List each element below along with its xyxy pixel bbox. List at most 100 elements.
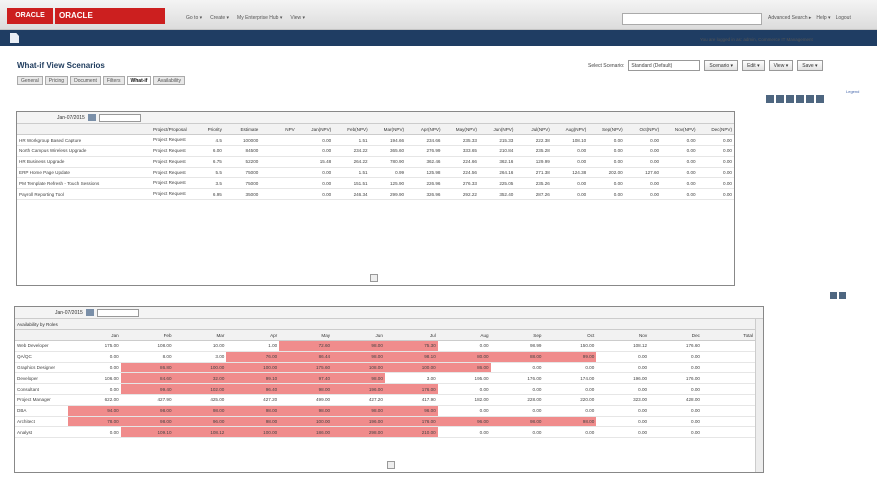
advanced-search-link[interactable]: Advanced Search ▸ — [768, 15, 811, 21]
role-name[interactable]: Consultant — [15, 383, 68, 396]
go-icon[interactable] — [87, 114, 96, 121]
menu-create[interactable]: Create ▾ — [210, 15, 229, 21]
vertical-scrollbar[interactable] — [755, 319, 763, 472]
value-cell: 0.00 — [588, 177, 625, 190]
project-name[interactable]: ERP Home Page Update — [17, 167, 151, 179]
search-input[interactable] — [622, 13, 762, 25]
table-row[interactable]: HR Workgroup Based Capture Project Reques… — [17, 134, 734, 147]
availability-cell: 108.00 — [332, 362, 385, 374]
role-name[interactable]: QA/QC — [15, 351, 68, 363]
availability-cell: 108.00 — [120, 340, 174, 352]
date-label: Jan-07/2015 — [57, 114, 85, 121]
total-cell — [701, 416, 755, 428]
column-header: Jul — [384, 329, 438, 342]
value-cell: 0.00 — [697, 145, 734, 157]
table-row[interactable]: Developer 106.00 84.60 32.00 99.10 97.40 98.00… — [15, 372, 755, 385]
menu-go-to[interactable]: Go to ▾ — [186, 15, 202, 21]
table-row[interactable]: PM Template Refresh - Touch Sessions Proj… — [17, 177, 734, 190]
table-row[interactable]: Architect 78.00 98.00 96.00 98.00 100.00 196.0… — [15, 416, 755, 428]
add-icon[interactable] — [766, 95, 774, 103]
table-row[interactable]: Web Developer 175.00 108.00 10.00 1.00 72.60 9… — [15, 340, 755, 352]
tab-general[interactable]: General — [17, 76, 43, 85]
role-name[interactable]: Architect — [15, 416, 68, 428]
pager-button[interactable] — [370, 274, 378, 282]
role-name[interactable]: Graphics Designer — [15, 362, 68, 374]
availability-cell: 84.60 — [120, 372, 174, 385]
table-row[interactable]: Analyst 0.00 109.10 108.12 100.00 186.00 298.0… — [15, 426, 755, 439]
delete-icon[interactable] — [786, 95, 794, 103]
project-panel: Jan-07/2015 Project/Proposal Priority Esti… — [16, 111, 735, 286]
value-cell: 0.00 — [588, 188, 625, 201]
edit-button[interactable]: Edit ▾ — [742, 60, 765, 71]
go-icon[interactable] — [85, 309, 94, 316]
role-name[interactable]: Project Manager — [15, 394, 68, 406]
table-row[interactable]: QA/QC 0.00 8.00 3.00 76.00 86.44 98.00 98.10 80.… — [15, 351, 755, 363]
value-cell: 0.99 — [369, 167, 407, 179]
table-row[interactable]: HR Business Upgrade Project Request 6.75 52… — [17, 156, 734, 168]
table-row[interactable]: North Campus Wireless Upgrade Project Req… — [17, 145, 734, 157]
estimate-cell: 75000 — [223, 177, 261, 190]
availability-cell: 98.00 — [279, 383, 333, 396]
table-row[interactable]: Project Manager 622.00 427.90 425.00 427.20 4… — [15, 394, 755, 406]
availability-cell: 0.00 — [596, 405, 650, 417]
project-name[interactable]: PM Template Refresh - Touch Sessions — [17, 177, 151, 190]
table-row[interactable]: Payroll Reporting Tool Project Request 6.9… — [17, 188, 734, 201]
tab-whatif[interactable]: What-if — [126, 76, 152, 85]
availability-cell: 98.00 — [173, 405, 227, 417]
availability-cell: 182.00 — [437, 394, 491, 406]
total-cell — [701, 394, 755, 406]
table-row[interactable]: ERP Home Page Update Project Request 5.5 75… — [17, 167, 734, 179]
scenario-select[interactable]: Standard (Default) — [628, 60, 701, 71]
type-label: Project Request — [153, 169, 186, 175]
export-icon[interactable] — [839, 292, 846, 299]
logout-link[interactable]: Logout — [836, 15, 851, 21]
refresh-icon[interactable] — [796, 95, 804, 103]
table-row[interactable]: Graphics Designer 0.00 86.80 100.00 100.00 17… — [15, 362, 755, 374]
project-name[interactable]: HR Workgroup Based Capture — [17, 134, 151, 147]
document-icon[interactable] — [10, 33, 19, 43]
availability-cell: 417.90 — [384, 394, 438, 406]
scenario-button[interactable]: Scenario ▾ — [704, 60, 739, 71]
copy-icon[interactable] — [776, 95, 784, 103]
role-name[interactable]: Web Developer — [15, 340, 68, 352]
column-header: Feb — [120, 329, 174, 342]
value-cell: 224.66 — [442, 156, 479, 168]
value-cell: 0.00 — [588, 134, 625, 147]
project-name[interactable]: North Campus Wireless Upgrade — [17, 145, 151, 157]
availability-cell: 98.00 — [332, 340, 385, 352]
role-name[interactable]: Developer — [15, 372, 68, 385]
pager-button[interactable] — [387, 461, 395, 469]
column-header: Dec(NPV) — [697, 124, 734, 136]
table-row[interactable]: Consultant 0.00 99.40 102.00 96.40 98.00 196.0… — [15, 383, 755, 396]
column-header: Priority — [187, 124, 224, 136]
table-tools — [766, 95, 824, 103]
tab-pricing[interactable]: Pricing — [44, 76, 69, 85]
export-icon[interactable] — [806, 95, 814, 103]
refresh-icon[interactable] — [830, 292, 837, 299]
period-select[interactable] — [96, 308, 139, 317]
save-button[interactable]: Save ▾ — [797, 60, 823, 71]
availability-cell: 0.00 — [596, 416, 650, 428]
availability-cell: 106.00 — [67, 372, 121, 385]
priority-cell: 6.00 — [187, 145, 224, 157]
role-name[interactable]: Analyst — [15, 426, 68, 439]
tab-bar: General Pricing Document Filters What-if Avai… — [17, 76, 185, 85]
tab-document[interactable]: Document — [70, 76, 101, 85]
period-select[interactable] — [98, 113, 141, 122]
tab-availability[interactable]: Availability — [153, 76, 185, 85]
menu-view[interactable]: View ▾ — [290, 15, 305, 21]
availability-cell: 175.60 — [279, 362, 333, 374]
availability-cell: 98.00 — [332, 405, 385, 417]
project-name[interactable]: Payroll Reporting Tool — [17, 188, 151, 201]
availability-cell: 100.00 — [173, 362, 227, 374]
project-name[interactable]: HR Business Upgrade — [17, 156, 151, 168]
availability-cell: 98.00 — [226, 405, 280, 417]
help-link[interactable]: Help ▾ — [816, 15, 830, 21]
table-row[interactable]: DBA 94.00 98.00 98.00 98.00 98.00 98.00 96.00 0.… — [15, 405, 755, 417]
legend-link[interactable]: Legend — [846, 89, 859, 94]
role-name[interactable]: DBA — [15, 405, 68, 417]
print-icon[interactable] — [816, 95, 824, 103]
menu-enterprise-hub[interactable]: My Enterprise Hub ▾ — [237, 15, 282, 21]
view-button[interactable]: View ▾ — [768, 60, 794, 71]
tab-filters[interactable]: Filters — [102, 76, 125, 85]
